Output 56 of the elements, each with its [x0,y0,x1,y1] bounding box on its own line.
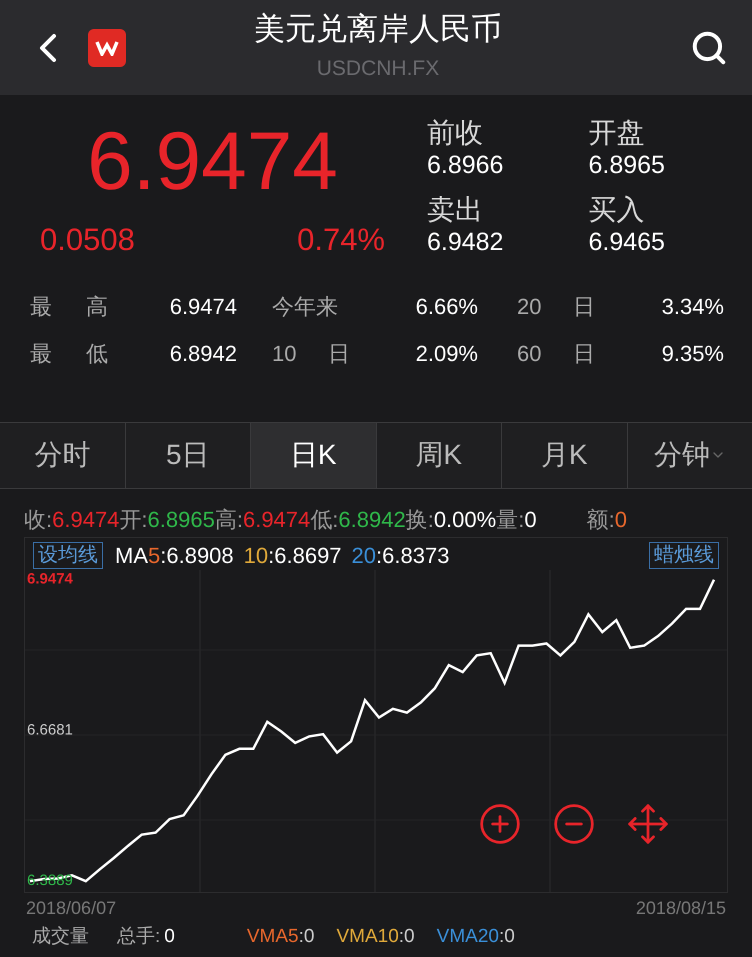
quote-field: 低:6.8942 [310,508,406,530]
total-volume: 总手: 0 [117,925,175,949]
stat-value: 6.9474 [170,292,237,320]
stat-value: 6.8965 [588,150,665,181]
period-tab[interactable]: 周K [376,422,502,488]
date-label: 2018/08/15 [636,896,726,919]
app-logo-icon [88,28,126,66]
price-change: 0.0508 [40,221,135,259]
stat-label: 20 日 [517,292,595,320]
stat-value: 9.35% [662,340,724,368]
stat-value: 3.34% [662,292,724,320]
stat-label: 买入 [588,193,646,228]
axis-label: 6.6681 [27,720,73,738]
candlestick-button[interactable]: 蜡烛线 [649,542,719,569]
quote-field: 开:6.8965 [119,508,215,530]
stat-label: 最 高 [30,292,108,320]
stat-label: 60 日 [517,340,595,368]
moving-average-value: MA5:6.8908 [115,542,234,570]
move-icon[interactable] [626,802,670,846]
last-price: 6.9474 [86,115,339,203]
volume-label: 成交量 [32,925,89,949]
period-tab[interactable]: 月K [502,422,628,488]
stat-value: 2.09% [416,340,478,368]
period-tab[interactable]: 日K [251,422,376,488]
stat-label: 最 低 [30,340,108,368]
zoom-in-icon[interactable] [478,802,522,846]
quote-field: 额:0 [586,508,627,530]
volume-average: VMA20:0 [436,925,515,949]
date-label: 2018/06/07 [26,896,116,919]
quote-field: 高:6.9474 [214,508,310,530]
stat-label: 10 日 [272,340,350,368]
stat-label: 今年来 [272,292,339,320]
stat-value: 6.8966 [427,150,504,181]
stat-value: 6.66% [416,292,478,320]
symbol-code: USDCNH.FX [316,56,440,82]
stat-label: 前收 [427,116,484,150]
quote-field: 换:0.00% [406,508,496,530]
stat-value: 6.9465 [588,227,665,258]
period-tab[interactable]: 分钟 [628,422,752,488]
moving-average-value: 10:6.8697 [244,542,342,570]
stat-value: 6.8942 [170,340,237,368]
quote-field: 收:6.9474 [24,508,120,530]
volume-average: VMA5:0 [246,925,314,949]
moving-average-value: 20:6.8373 [352,542,450,570]
page-title: 美元兑离岸人民币 [254,10,502,48]
quote-field: 量:0 [496,508,537,530]
percent-change: 0.74% [297,221,385,259]
axis-label: 6.9474 [27,570,73,587]
stat-label: 卖出 [427,193,484,228]
set-ma-button[interactable]: 设均线 [33,542,103,569]
stat-value: 6.9482 [427,227,504,258]
period-tab[interactable]: 5日 [126,422,251,488]
period-tab[interactable]: 分时 [0,422,126,488]
stat-label: 开盘 [588,116,646,150]
zoom-out-icon[interactable] [552,802,596,846]
volume-average: VMA10:0 [336,925,415,949]
